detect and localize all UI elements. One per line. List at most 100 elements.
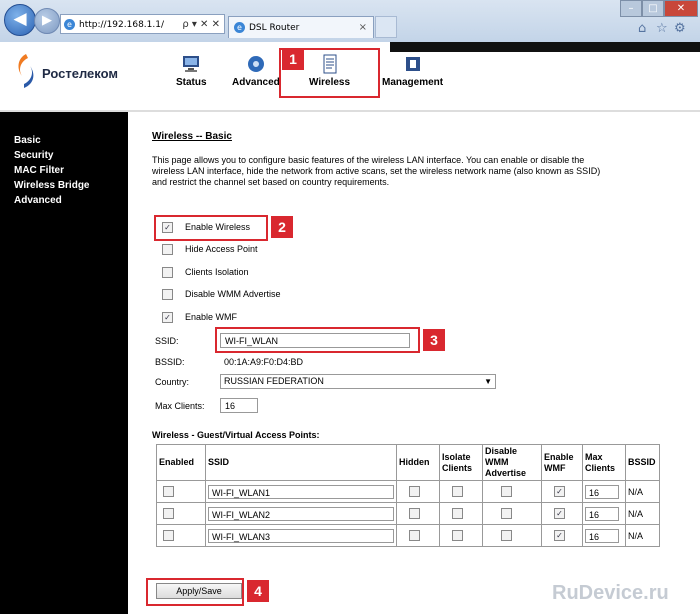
- back-button[interactable]: ◀: [4, 4, 36, 36]
- gear-globe-icon: [247, 56, 264, 72]
- folder-icon: [405, 57, 420, 71]
- menu-management-label: Management: [382, 77, 444, 88]
- browser-toolbar: ◀ ▶ e http://192.168.1.1/ ρ ▾ ✕ ✕ e DSL …: [0, 0, 700, 43]
- col-bssid: BSSID: [625, 444, 660, 481]
- menu-status-label: Status: [176, 77, 207, 88]
- disable-wmm-checkbox[interactable]: [501, 530, 512, 542]
- country-label: Country:: [155, 377, 190, 387]
- guest-max-clients-input[interactable]: 16: [585, 528, 619, 543]
- isolate-checkbox[interactable]: [452, 530, 463, 542]
- disable-wmm-checkbox[interactable]: [501, 486, 512, 498]
- page-description: This page allows you to configure basic …: [152, 155, 601, 187]
- guest-max-clients-input[interactable]: 16: [585, 484, 619, 499]
- chevron-down-icon: ▼: [484, 377, 492, 386]
- cell-ssid: WI-FI_WLAN3: [205, 524, 397, 547]
- guest-ssid-input[interactable]: WI-FI_WLAN3: [208, 528, 394, 543]
- country-value: RUSSIAN FEDERATION: [224, 376, 324, 386]
- disable-wmm-checkbox[interactable]: [501, 508, 512, 520]
- sidebar-item-basic[interactable]: Basic: [0, 133, 128, 148]
- country-select[interactable]: RUSSIAN FEDERATION ▼: [220, 374, 496, 389]
- guest-ssid-input[interactable]: WI-FI_WLAN2: [208, 506, 394, 521]
- col-ssid: SSID: [205, 444, 397, 481]
- option-label: Clients Isolation: [185, 267, 249, 277]
- col-disable-wmm: Disable WMM Advertise: [482, 444, 542, 481]
- enable-wmf-checkbox[interactable]: ✓: [554, 530, 565, 542]
- option-hide-access-point[interactable]: Hide Access Point: [162, 244, 258, 256]
- sidebar-item-advanced[interactable]: Advanced: [0, 193, 128, 208]
- max-clients-input[interactable]: 16: [220, 398, 258, 413]
- cell-max-clients: 16: [582, 502, 626, 525]
- annotation-number: 4: [247, 580, 269, 602]
- guest-ssid-input[interactable]: WI-FI_WLAN1: [208, 484, 394, 499]
- cell-bssid: N/A: [625, 502, 660, 525]
- cell-bssid: N/A: [625, 524, 660, 547]
- hide-access-point-checkbox[interactable]: [162, 244, 173, 256]
- cell-max-clients: 16: [582, 524, 626, 547]
- disable-wmm-checkbox[interactable]: [162, 289, 173, 301]
- new-tab-button[interactable]: [375, 16, 397, 38]
- guest-ap-table: Enabled SSID Hidden Isolate Clients Disa…: [156, 444, 660, 547]
- isolate-checkbox[interactable]: [452, 486, 463, 498]
- table-header-row: Enabled SSID Hidden Isolate Clients Disa…: [156, 444, 660, 481]
- cell-ssid: WI-FI_WLAN2: [205, 502, 397, 525]
- header-band: [390, 42, 700, 52]
- hidden-checkbox[interactable]: [409, 486, 420, 498]
- forward-button[interactable]: ▶: [34, 8, 60, 34]
- col-hidden: Hidden: [396, 444, 440, 481]
- tab-close-icon[interactable]: ×: [359, 17, 367, 39]
- option-label: Enable WMF: [185, 312, 238, 322]
- maximize-button[interactable]: □: [642, 0, 664, 17]
- cell-enable-wmf: ✓: [541, 480, 583, 503]
- annotation-box-enable-wireless: [154, 215, 268, 241]
- enable-wmf-checkbox[interactable]: ✓: [554, 486, 565, 498]
- favorites-star-icon[interactable]: ☆: [656, 21, 668, 36]
- col-enable-wmf: Enable WMF: [541, 444, 583, 481]
- monitor-icon: [183, 56, 200, 72]
- enabled-checkbox[interactable]: [163, 530, 174, 542]
- cell-disable-wmm: [482, 502, 542, 525]
- menu-status[interactable]: Status: [176, 54, 207, 88]
- table-row: WI-FI_WLAN3 ✓ 16 N/A: [156, 524, 660, 547]
- option-enable-wmf[interactable]: ✓ Enable WMF: [162, 312, 238, 324]
- close-window-button[interactable]: ✕: [664, 0, 698, 17]
- annotation-number: 3: [423, 329, 445, 351]
- tools-gear-icon[interactable]: ⚙: [674, 21, 686, 36]
- home-icon[interactable]: ⌂: [638, 21, 646, 36]
- clients-isolation-checkbox[interactable]: [162, 267, 173, 279]
- annotation-box-ssid: [215, 327, 420, 353]
- isolate-checkbox[interactable]: [452, 508, 463, 520]
- hidden-checkbox[interactable]: [409, 508, 420, 520]
- menu-management[interactable]: Management: [382, 54, 443, 88]
- main-content: Wireless -- Basic This page allows you t…: [128, 112, 700, 614]
- option-disable-wmm[interactable]: Disable WMM Advertise: [162, 289, 281, 301]
- option-clients-isolation[interactable]: Clients Isolation: [162, 267, 249, 279]
- sidebar-item-wireless-bridge[interactable]: Wireless Bridge: [0, 178, 128, 193]
- ssid-label: SSID:: [155, 336, 179, 346]
- enabled-checkbox[interactable]: [163, 486, 174, 498]
- sidebar-item-security[interactable]: Security: [0, 148, 128, 163]
- cell-enable-wmf: ✓: [541, 524, 583, 547]
- menu-advanced[interactable]: Advanced: [232, 54, 280, 88]
- logo-text: Ростелеком: [42, 66, 118, 81]
- guest-max-clients-input[interactable]: 16: [585, 506, 619, 521]
- sidebar-item-mac-filter[interactable]: MAC Filter: [0, 163, 128, 178]
- cell-bssid: N/A: [625, 480, 660, 503]
- option-label: Disable WMM Advertise: [185, 289, 281, 299]
- hidden-checkbox[interactable]: [409, 530, 420, 542]
- col-max-clients: Max Clients: [582, 444, 626, 481]
- cell-isolate: [439, 502, 483, 525]
- option-label: Hide Access Point: [185, 244, 258, 254]
- annotation-box-apply: [146, 578, 244, 606]
- enable-wmf-checkbox[interactable]: ✓: [554, 508, 565, 520]
- address-bar[interactable]: e http://192.168.1.1/ ρ ▾ ✕ ✕: [60, 14, 225, 34]
- address-text: http://192.168.1.1/: [79, 20, 164, 30]
- cell-disable-wmm: [482, 480, 542, 503]
- annotation-number: 2: [271, 216, 293, 238]
- cell-isolate: [439, 524, 483, 547]
- enable-wmf-checkbox[interactable]: ✓: [162, 312, 173, 324]
- browser-tab[interactable]: e DSL Router ×: [228, 16, 374, 38]
- page-title: Wireless -- Basic: [152, 131, 232, 142]
- enabled-checkbox[interactable]: [163, 508, 174, 520]
- address-tools[interactable]: ρ ▾ ✕ ✕: [182, 15, 220, 35]
- minimize-button[interactable]: –: [620, 0, 642, 17]
